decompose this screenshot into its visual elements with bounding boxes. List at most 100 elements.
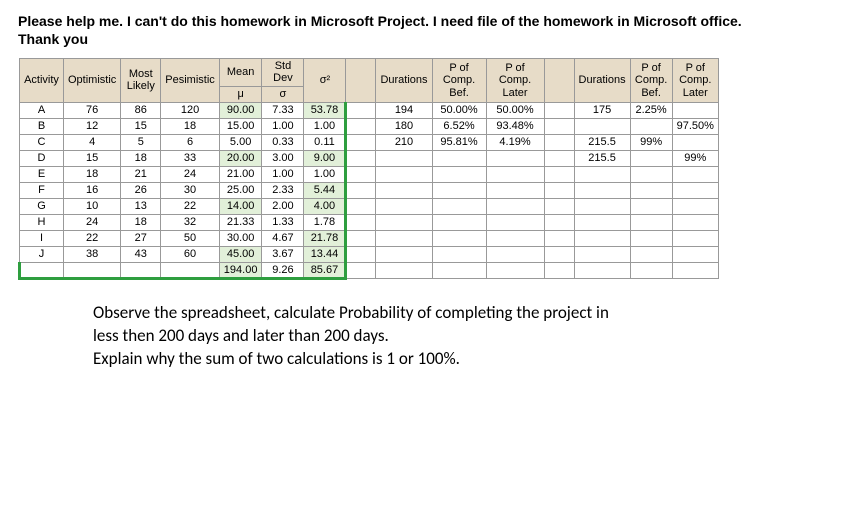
heading-line2: Thank you xyxy=(18,31,88,47)
cell xyxy=(630,150,672,166)
cell xyxy=(486,230,544,246)
cell: 20.00 xyxy=(219,150,262,166)
cell xyxy=(346,150,376,166)
cell xyxy=(544,102,574,118)
h-p-bef2: P of Comp. Bef. xyxy=(630,59,672,102)
h-stddev: Std Dev xyxy=(262,59,304,86)
h-mu: μ xyxy=(219,86,262,102)
gap-2 xyxy=(544,59,574,102)
cell: 24 xyxy=(64,214,121,230)
instructions-line2: less then 200 days and later than 200 da… xyxy=(93,325,733,348)
cell xyxy=(544,118,574,134)
cell: 97.50% xyxy=(672,118,718,134)
cell: 90.00 xyxy=(219,102,262,118)
cell: 60 xyxy=(161,246,220,262)
totals-row: 194.009.2685.67 xyxy=(20,262,719,278)
cell: 2.25% xyxy=(630,102,672,118)
cell xyxy=(672,166,718,182)
table-row: E18212421.001.001.00 xyxy=(20,166,719,182)
cell: 38 xyxy=(64,246,121,262)
cell xyxy=(544,214,574,230)
cell xyxy=(376,182,432,198)
table-row: G10132214.002.004.00 xyxy=(20,198,719,214)
cell xyxy=(574,246,630,262)
cell: 18 xyxy=(64,166,121,182)
cell: 9.26 xyxy=(262,262,304,278)
cell xyxy=(346,134,376,150)
cell xyxy=(630,166,672,182)
cell xyxy=(346,198,376,214)
cell xyxy=(432,182,486,198)
cell: 21.33 xyxy=(219,214,262,230)
cell: 99% xyxy=(630,134,672,150)
cell xyxy=(121,262,161,278)
cell xyxy=(346,102,376,118)
cell xyxy=(574,198,630,214)
cell xyxy=(630,262,672,278)
cell: 6.52% xyxy=(432,118,486,134)
cell xyxy=(486,246,544,262)
cell xyxy=(432,150,486,166)
cell: 5.44 xyxy=(304,182,346,198)
cell: 43 xyxy=(121,246,161,262)
cell xyxy=(486,182,544,198)
cell: 2.33 xyxy=(262,182,304,198)
cell xyxy=(574,230,630,246)
cell: 194 xyxy=(376,102,432,118)
cell xyxy=(346,182,376,198)
cell: 22 xyxy=(64,230,121,246)
cell: 21.78 xyxy=(304,230,346,246)
cell: 93.48% xyxy=(486,118,544,134)
cell: D xyxy=(20,150,64,166)
cell: 25.00 xyxy=(219,182,262,198)
cell: 45.00 xyxy=(219,246,262,262)
table-row: C4565.000.330.1121095.81%4.19%215.599% xyxy=(20,134,719,150)
cell xyxy=(376,246,432,262)
cell: 1.00 xyxy=(304,118,346,134)
cell xyxy=(544,134,574,150)
cell: 27 xyxy=(121,230,161,246)
cell xyxy=(486,198,544,214)
cell: 175 xyxy=(574,102,630,118)
table-row: D15183320.003.009.00215.599% xyxy=(20,150,719,166)
cell: 86 xyxy=(121,102,161,118)
cell: 24 xyxy=(161,166,220,182)
cell: 5.00 xyxy=(219,134,262,150)
cell: 76 xyxy=(64,102,121,118)
cell: 26 xyxy=(121,182,161,198)
cell xyxy=(544,166,574,182)
cell: 1.00 xyxy=(262,118,304,134)
cell: 4.19% xyxy=(486,134,544,150)
heading-line1: Please help me. I can't do this homework… xyxy=(18,13,742,29)
instructions: Observe the spreadsheet, calculate Proba… xyxy=(93,302,733,371)
cell xyxy=(346,118,376,134)
cell: 0.33 xyxy=(262,134,304,150)
cell xyxy=(544,262,574,278)
h-pesimistic: Pesimistic xyxy=(161,59,220,102)
cell: 30 xyxy=(161,182,220,198)
cell: 99% xyxy=(672,150,718,166)
cell: 18 xyxy=(161,118,220,134)
cell xyxy=(486,150,544,166)
pert-table: Activity Optimistic Most Likely Pesimist… xyxy=(18,58,719,279)
cell: 5 xyxy=(121,134,161,150)
cell: 4.67 xyxy=(262,230,304,246)
instructions-line1: Observe the spreadsheet, calculate Proba… xyxy=(93,302,733,325)
h-p-bef: P of Comp. Bef. xyxy=(432,59,486,102)
instructions-line3: Explain why the sum of two calculations … xyxy=(93,348,733,371)
cell: 3.00 xyxy=(262,150,304,166)
cell xyxy=(672,262,718,278)
cell: J xyxy=(20,246,64,262)
h-activity: Activity xyxy=(20,59,64,102)
cell xyxy=(20,262,64,278)
cell xyxy=(161,262,220,278)
cell: 4 xyxy=(64,134,121,150)
cell xyxy=(486,214,544,230)
cell: 7.33 xyxy=(262,102,304,118)
h-sigma2: σ² xyxy=(304,59,346,102)
cell xyxy=(630,230,672,246)
cell: 32 xyxy=(161,214,220,230)
cell xyxy=(630,246,672,262)
table-row: F16263025.002.335.44 xyxy=(20,182,719,198)
cell: 50.00% xyxy=(432,102,486,118)
